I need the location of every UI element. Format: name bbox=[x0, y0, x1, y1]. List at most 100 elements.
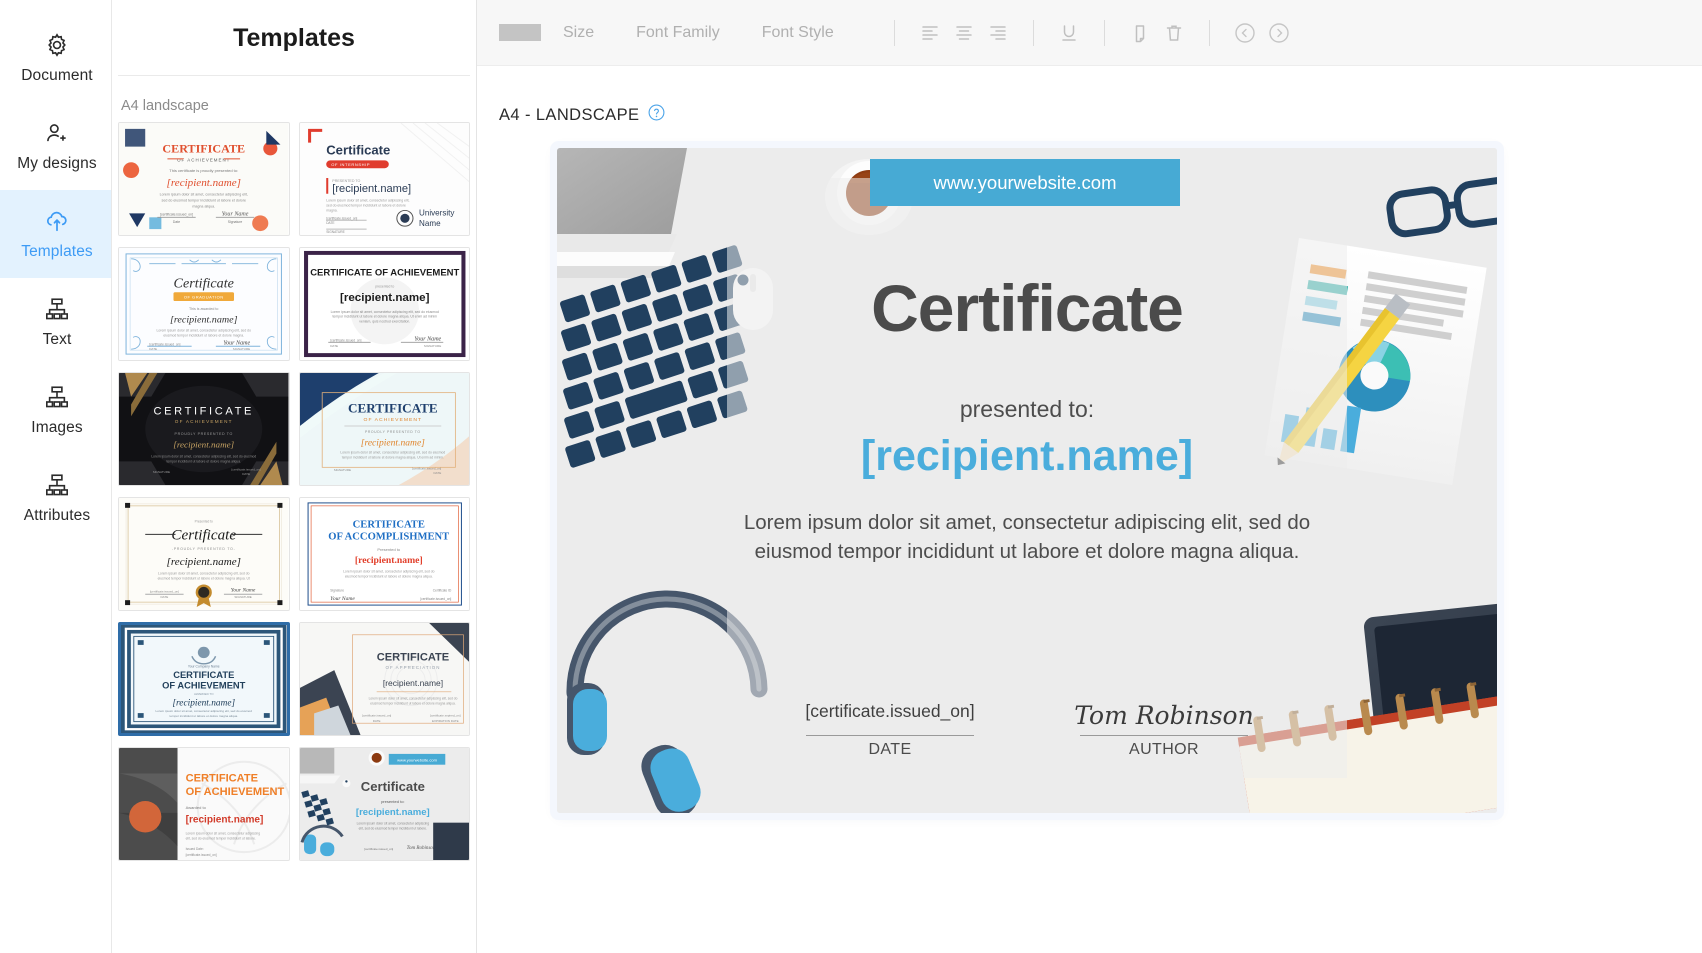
size-selector[interactable]: Size bbox=[563, 24, 594, 42]
svg-text:PROUDLY PRESENTED TO: PROUDLY PRESENTED TO bbox=[175, 432, 233, 436]
svg-text:[certificate.issued_on]: [certificate.issued_on] bbox=[364, 847, 393, 851]
sitemap-icon bbox=[44, 296, 70, 322]
svg-text:[certificate.issued_on]: [certificate.issued_on] bbox=[326, 216, 357, 220]
template-thumbnail[interactable]: www.yourwebsite.com Certificate presente… bbox=[298, 747, 470, 861]
page-format-label: A4 - LANDSCAPE bbox=[499, 105, 640, 124]
svg-text:www.yourwebsite.com: www.yourwebsite.com bbox=[397, 757, 437, 762]
svg-text:OF ACHIEVEMENT: OF ACHIEVEMENT bbox=[162, 681, 246, 691]
svg-text:CERTIFICATE: CERTIFICATE bbox=[154, 405, 254, 417]
svg-text:Lorem ipsum dolor sit amet, co: Lorem ipsum dolor sit amet, consectetur … bbox=[186, 831, 261, 835]
app-root: Document My designs Templates Text Image… bbox=[0, 0, 1702, 953]
svg-text:presented to:: presented to: bbox=[381, 799, 404, 804]
svg-text:OF GRADUATION: OF GRADUATION bbox=[184, 295, 224, 300]
website-url: www.yourwebsite.com bbox=[933, 171, 1117, 193]
certificate-body-text[interactable]: Lorem ipsum dolor sit amet, consectetur … bbox=[727, 508, 1327, 566]
svg-text:Your Name: Your Name bbox=[330, 596, 355, 602]
canvas-header: A4 - LANDSCAPE bbox=[477, 66, 1702, 126]
template-thumbnail[interactable]: Presented to Certificate -PROUDLY PRESEN… bbox=[118, 497, 290, 611]
editor-area: Size Font Family Font Style A4 - LANDSCA… bbox=[477, 0, 1702, 953]
svg-text:eiusmod tempor incididunt ut l: eiusmod tempor incididunt ut labore et d… bbox=[158, 577, 250, 581]
svg-text:Lorem ipsum dolor sit amet, co: Lorem ipsum dolor sit amet, consectetur … bbox=[160, 193, 248, 197]
svg-text:[recipient.name]: [recipient.name] bbox=[354, 555, 422, 566]
sidebar-item-text[interactable]: Text bbox=[0, 278, 111, 366]
font-family-selector[interactable]: Font Family bbox=[636, 24, 720, 42]
certificate-page[interactable]: www.yourwebsite.com Certificate presente… bbox=[557, 148, 1497, 813]
svg-text:Your Name: Your Name bbox=[414, 336, 441, 342]
svg-text:OF APPRECIATION: OF APPRECIATION bbox=[385, 665, 440, 670]
template-thumbnail[interactable]: CERTIFICATE OF ACHIEVEMENT PROUDLY PRESE… bbox=[298, 372, 470, 486]
svg-text:eiusmod tempor incididunt ut l: eiusmod tempor incididunt ut labore et d… bbox=[370, 702, 456, 706]
svg-text:Presented to: Presented to bbox=[195, 520, 213, 524]
svg-text:[certificate.expired_on]: [certificate.expired_on] bbox=[430, 713, 460, 717]
website-banner[interactable]: www.yourwebsite.com bbox=[870, 159, 1180, 206]
svg-text:[recipient.name]: [recipient.name] bbox=[170, 315, 238, 326]
canvas-area: A4 - LANDSCAPE www.yourwebsite.com Certi… bbox=[477, 66, 1702, 953]
svg-text:This certificate is proudly pr: This certificate is proudly presented to… bbox=[169, 168, 238, 173]
svg-text:DATE: DATE bbox=[242, 472, 250, 476]
template-thumbnail[interactable]: Certificate OF INTERNSHIP PRESENTED TO [… bbox=[298, 122, 470, 236]
recipient-name[interactable]: [recipient.name] bbox=[557, 432, 1497, 481]
svg-text:tempor incididunt ut labore et: tempor incididunt ut labore et dolore ma… bbox=[166, 459, 241, 463]
sidebar-item-images[interactable]: Images bbox=[0, 366, 111, 454]
svg-text:Lorem ipsum dolor sit amet, co: Lorem ipsum dolor sit amet, consectetur … bbox=[158, 572, 250, 576]
svg-text:CERTIFICATE: CERTIFICATE bbox=[348, 400, 438, 415]
template-thumbnail[interactable]: CERTIFICATE OF ACHIEVEMENT presented to … bbox=[298, 247, 470, 361]
underline-button[interactable] bbox=[1052, 16, 1086, 50]
text-color-swatch[interactable] bbox=[499, 24, 541, 41]
svg-text:-PROUDLY PRESENTED TO-: -PROUDLY PRESENTED TO- bbox=[172, 547, 236, 551]
svg-text:Lorem ipsum dolor sit amet, co: Lorem ipsum dolor sit amet, consectetur … bbox=[368, 697, 457, 701]
presented-to-label[interactable]: presented to: bbox=[557, 396, 1497, 423]
template-thumbnail[interactable]: Certificate OF GRADUATION This is awarde… bbox=[118, 247, 290, 361]
svg-text:SIGNATURE: SIGNATURE bbox=[234, 595, 251, 599]
svg-text:DATE: DATE bbox=[433, 471, 441, 475]
svg-text:Your Name: Your Name bbox=[231, 587, 256, 593]
align-center-button[interactable] bbox=[947, 16, 981, 50]
date-block[interactable]: [certificate.issued_on] DATE bbox=[792, 701, 988, 759]
template-thumbnail[interactable]: CERTIFICATE OF ACHIEVEMENT This certific… bbox=[118, 122, 290, 236]
svg-text:Name: Name bbox=[419, 219, 441, 228]
svg-text:sed do eiusmod tempor incididu: sed do eiusmod tempor incididunt ut labo… bbox=[162, 199, 246, 203]
sidebar-item-my-designs[interactable]: My designs bbox=[0, 102, 111, 190]
author-block[interactable]: Tom Robinson AUTHOR bbox=[1066, 701, 1262, 759]
svg-text:Your Name: Your Name bbox=[222, 211, 249, 217]
svg-text:Certificate: Certificate bbox=[174, 276, 234, 291]
toolbar-separator bbox=[1103, 19, 1105, 46]
template-thumbnail[interactable]: CERTIFICATE OF ACCOMPLISHMENT Presented … bbox=[298, 497, 470, 611]
bring-forward-button[interactable] bbox=[1262, 16, 1296, 50]
gear-icon bbox=[44, 32, 70, 58]
help-icon[interactable] bbox=[648, 104, 665, 126]
template-thumbnail[interactable]: CERTIFICATE OF APPRECIATION [recipient.n… bbox=[298, 622, 470, 736]
svg-text:tempor incididunt ut labore et: tempor incididunt ut labore et dolore ma… bbox=[341, 456, 443, 460]
svg-text:SIGNATURE: SIGNATURE bbox=[153, 470, 170, 474]
svg-text:[certificate.issued_on]: [certificate.issued_on] bbox=[420, 597, 451, 601]
svg-text:presented to: presented to bbox=[375, 284, 394, 288]
sidebar-item-label: Text bbox=[42, 330, 72, 348]
svg-text:[certificate.issued_on]: [certificate.issued_on] bbox=[232, 467, 261, 471]
svg-text:eiusmod tempor incididunt ut l: eiusmod tempor incididunt ut labore et d… bbox=[163, 333, 244, 337]
svg-text:CERTIFICATE: CERTIFICATE bbox=[186, 773, 258, 785]
template-thumbnail-selected[interactable]: Your Company Name CERTIFICATE OF ACHIEVE… bbox=[118, 622, 290, 736]
font-style-selector[interactable]: Font Style bbox=[762, 24, 834, 42]
template-thumbnail[interactable]: CERTIFICATE OF ACHIEVEMENT PROUDLY PRESE… bbox=[118, 372, 290, 486]
svg-text:sed do eiusmod tempor incididu: sed do eiusmod tempor incididunt ut labo… bbox=[326, 204, 406, 208]
sidebar-item-document[interactable]: Document bbox=[0, 14, 111, 102]
svg-text:Lorem ipsum dolor sit amet, co: Lorem ipsum dolor sit amet, consectetur … bbox=[343, 570, 435, 574]
send-backward-button[interactable] bbox=[1228, 16, 1262, 50]
format-toolbar: Size Font Family Font Style bbox=[477, 0, 1702, 66]
align-right-button[interactable] bbox=[981, 16, 1015, 50]
align-left-button[interactable] bbox=[913, 16, 947, 50]
templates-scroll-area[interactable]: A4 landscape CERTIFICATE OF ACHIEVEMENT bbox=[112, 76, 476, 953]
svg-text:magna aliqua.: magna aliqua. bbox=[192, 205, 215, 209]
duplicate-button[interactable] bbox=[1123, 16, 1157, 50]
template-thumbnail[interactable]: CERTIFICATE OF ACHIEVEMENT Awarded to [r… bbox=[118, 747, 290, 861]
delete-button[interactable] bbox=[1157, 16, 1191, 50]
certificate-title[interactable]: Certificate bbox=[557, 270, 1497, 346]
svg-text:DATE: DATE bbox=[372, 719, 380, 723]
author-signature: Tom Robinson bbox=[1074, 701, 1254, 730]
svg-text:EXPIRATION DATE: EXPIRATION DATE bbox=[431, 719, 458, 723]
svg-text:Your Name: Your Name bbox=[223, 340, 250, 346]
svg-text:[recipient.name]: [recipient.name] bbox=[382, 678, 442, 688]
sidebar-item-attributes[interactable]: Attributes bbox=[0, 454, 111, 542]
sidebar-item-templates[interactable]: Templates bbox=[0, 190, 111, 278]
svg-text:OF ACHIEVEMENT: OF ACHIEVEMENT bbox=[363, 417, 422, 423]
